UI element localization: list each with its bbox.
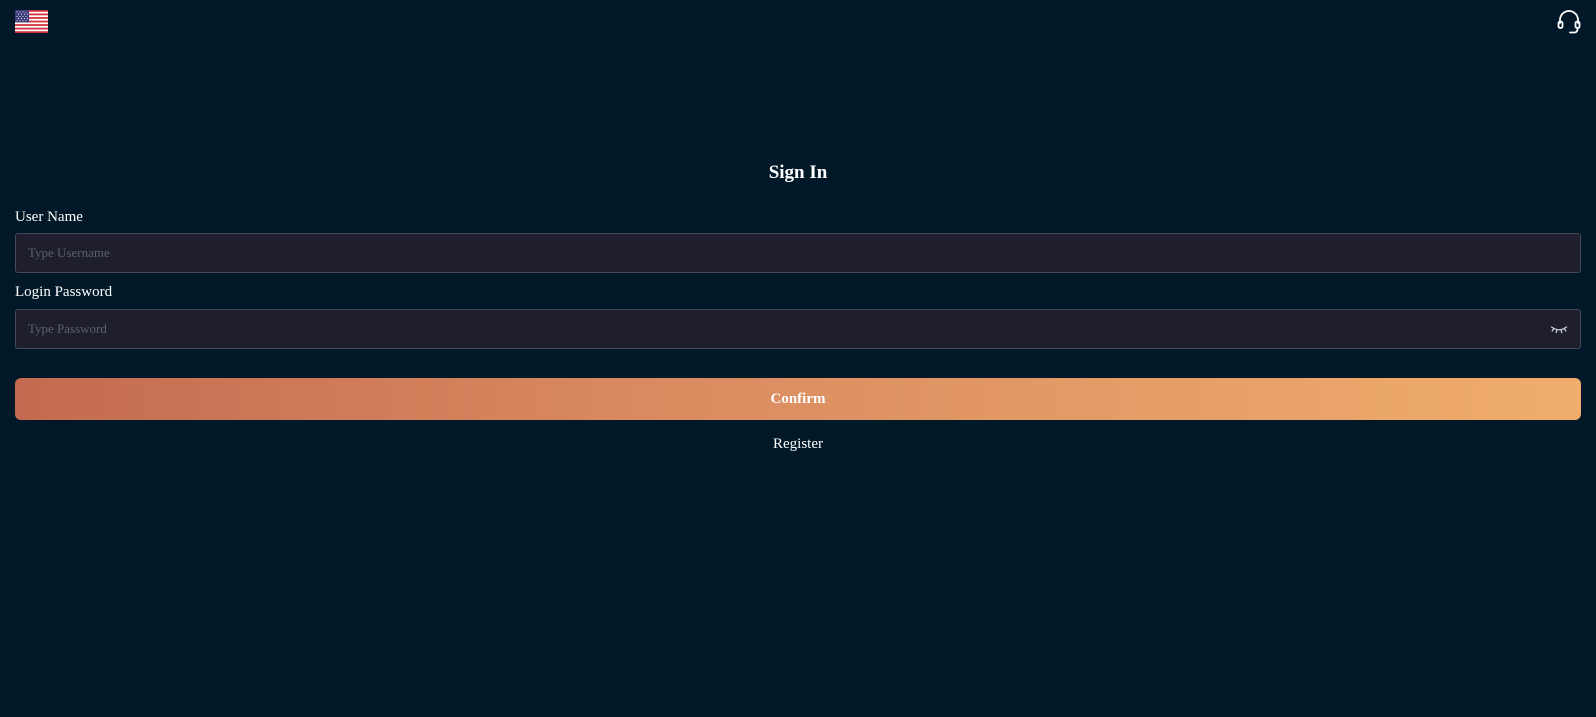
us-flag-icon[interactable] <box>15 10 48 33</box>
page-title: Sign In <box>768 162 828 183</box>
top-bar <box>0 0 1596 44</box>
username-label: User Name <box>15 209 83 225</box>
confirm-button[interactable]: Confirm <box>15 378 1581 420</box>
password-label: Login Password <box>15 284 113 300</box>
username-field-container <box>15 233 1581 273</box>
headset-icon[interactable] <box>1556 9 1582 35</box>
register-link[interactable]: Register <box>15 434 1581 454</box>
eye-closed-icon[interactable] <box>1550 322 1568 336</box>
username-input[interactable] <box>16 234 1580 272</box>
password-field-container <box>15 309 1581 349</box>
password-input[interactable] <box>16 310 1580 348</box>
